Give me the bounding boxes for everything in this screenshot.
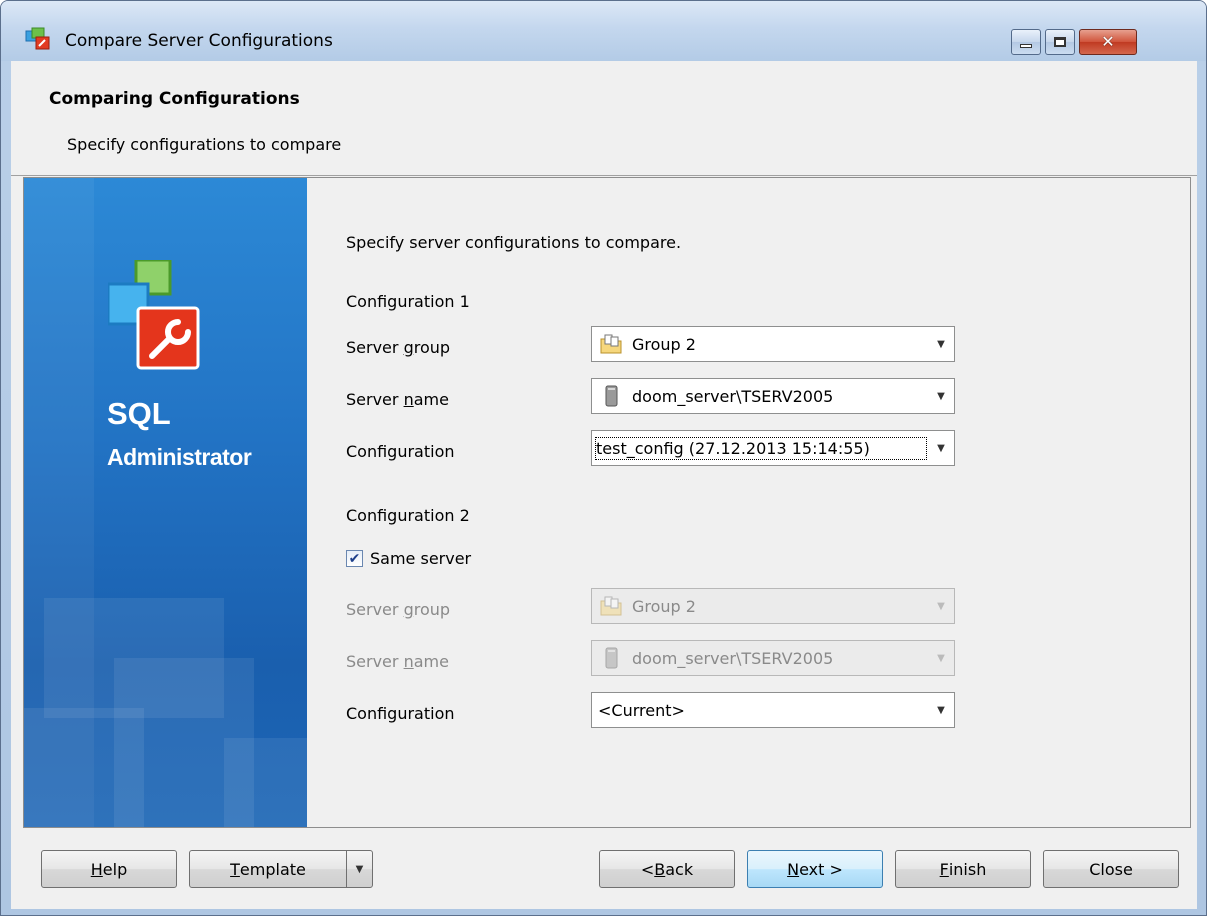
config2-configuration-label: Configuration	[346, 704, 455, 723]
wizard-header: Comparing Configurations Specify configu…	[11, 61, 1197, 176]
step-subtitle: Specify configurations to compare	[67, 135, 342, 154]
config1-server-group-select[interactable]: Group 2 ▼	[591, 326, 955, 362]
config2-server-name-select: doom_server\TSERV2005 ▼	[591, 640, 955, 676]
config1-server-group-value: Group 2	[632, 334, 696, 354]
minimize-icon	[1020, 44, 1032, 48]
config1-configuration-label: Configuration	[346, 442, 455, 461]
config2-server-name-value: doom_server\TSERV2005	[632, 648, 834, 668]
banner-product-administrator: Administrator	[107, 444, 252, 470]
back-button[interactable]: < Back	[599, 850, 735, 888]
next-button[interactable]: Next >	[747, 850, 883, 888]
server-icon	[605, 385, 618, 407]
finish-button[interactable]: Finish	[895, 850, 1031, 888]
config1-configuration-value: test_config (27.12.2013 15:14:55)	[594, 436, 928, 461]
compare-config-icon	[25, 27, 50, 50]
server-icon	[605, 647, 618, 669]
chevron-down-icon[interactable]: ▼	[928, 443, 954, 454]
config1-configuration-select[interactable]: test_config (27.12.2013 15:14:55) ▼	[591, 430, 955, 466]
folder-group-icon	[600, 596, 622, 616]
config2-server-group-select: Group 2 ▼	[591, 588, 955, 624]
product-banner: SQL Administrator	[24, 178, 307, 827]
config1-server-group-label: Server group	[346, 338, 451, 357]
chevron-down-icon[interactable]: ▼	[928, 339, 954, 350]
close-button[interactable]: Close	[1043, 850, 1179, 888]
config1-server-name-select[interactable]: doom_server\TSERV2005 ▼	[591, 378, 955, 414]
intro-text: Specify server configurations to compare…	[346, 233, 682, 252]
maximize-icon	[1054, 37, 1066, 47]
banner-product-sql: SQL	[107, 396, 171, 431]
config2-heading: Configuration 2	[346, 506, 470, 525]
close-window-button[interactable]: ✕	[1079, 29, 1137, 55]
wizard-client-area: Comparing Configurations Specify configu…	[11, 61, 1197, 909]
minimize-button[interactable]	[1011, 29, 1041, 55]
close-icon: ✕	[1101, 32, 1115, 51]
chevron-down-icon: ▼	[937, 600, 945, 612]
header-divider	[11, 175, 1197, 176]
help-button[interactable]: Help	[41, 850, 177, 888]
config1-heading: Configuration 1	[346, 292, 470, 311]
form-area: Specify server configurations to compare…	[308, 178, 1190, 827]
step-title: Comparing Configurations	[49, 89, 300, 109]
folder-group-icon	[600, 334, 622, 354]
config2-server-group-label: Server group	[346, 600, 451, 619]
chevron-down-icon[interactable]: ▼	[928, 705, 954, 716]
button-bar: Help Template ▼ < Back Next > Finish Clo…	[11, 828, 1197, 909]
config2-configuration-select[interactable]: <Current> ▼	[591, 692, 955, 728]
wizard-window: Compare Server Configurations ✕ Comparin…	[0, 0, 1207, 916]
chevron-down-icon[interactable]: ▼	[928, 391, 954, 402]
same-server-checkbox[interactable]: ✔	[346, 550, 363, 567]
config2-configuration-value: <Current>	[598, 700, 685, 720]
chevron-down-icon: ▼	[355, 863, 364, 875]
title-bar[interactable]: Compare Server Configurations ✕	[1, 1, 1206, 61]
config2-server-group-value: Group 2	[632, 596, 696, 616]
template-button[interactable]: Template	[189, 850, 347, 888]
same-server-label[interactable]: Same server	[370, 549, 471, 568]
sql-administrator-logo-icon	[108, 260, 200, 370]
config2-server-name-label: Server name	[346, 652, 449, 671]
window-title: Compare Server Configurations	[65, 31, 333, 51]
content-frame: SQL Administrator Specify server configu…	[23, 177, 1191, 828]
maximize-button[interactable]	[1045, 29, 1075, 55]
template-menu-button[interactable]: ▼	[346, 850, 373, 888]
config1-server-name-label: Server name	[346, 390, 449, 409]
chevron-down-icon: ▼	[937, 652, 945, 664]
config1-server-name-value: doom_server\TSERV2005	[632, 386, 834, 406]
